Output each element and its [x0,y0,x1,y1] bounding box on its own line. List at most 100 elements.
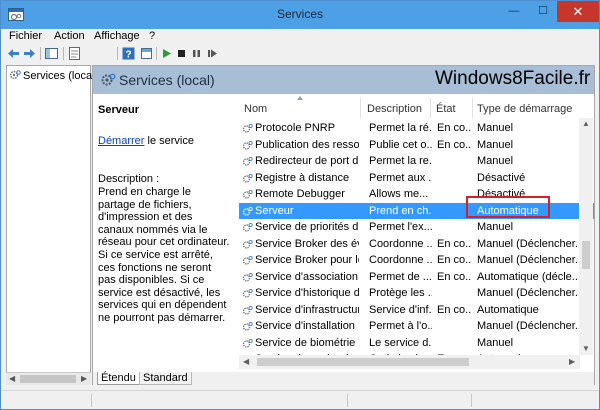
cell-name: Registre à distance [255,171,350,184]
toolbar-separator [63,47,64,60]
maximize-button[interactable]: ☐ [529,1,557,22]
services-pane: Services (local) Windows8Facile.fr Serve… [92,65,595,385]
service-gear-icon [242,156,253,166]
pane-header: Services (local) Windows8Facile.fr [93,66,594,94]
table-row[interactable]: Service Broker pour le... Coordonne ... En… [239,252,594,269]
scroll-left-arrow-icon[interactable]: ◀ [243,357,249,366]
scroll-down-arrow-icon[interactable]: ▼ [582,344,590,353]
cell-startup-type: Manuel [477,155,514,167]
column-header-nom[interactable]: Nom [239,94,359,118]
display-icon[interactable] [139,46,154,61]
description-label: Description : [98,173,160,185]
menu-action[interactable]: Action [54,30,85,42]
status-segment [91,394,92,407]
cell-state: En co... [437,270,471,283]
tree-horizontal-scrollbar[interactable]: ◀ ▶ [6,372,91,385]
scrollbar-thumb[interactable] [582,241,590,269]
cell-name: Service d'installation ... [255,320,359,332]
scrollbar-thumb[interactable] [20,375,76,383]
description-text: Prend en charge le partage de fichiers, … [98,186,230,324]
scroll-up-arrow-icon[interactable]: ▲ [582,119,590,128]
table-row[interactable]: Publication des ressou... Publie cet o...… [239,137,594,154]
cell-startup-type: Manuel [477,122,514,134]
service-gear-icon [242,305,253,315]
table-row[interactable]: Service d'historique d... Protège les ...… [239,285,594,302]
cell-name: Protocole PNRP [255,122,336,134]
table-row[interactable]: Service de priorités d... Permet l'ex... M… [239,219,594,236]
service-gear-icon [242,272,253,282]
scroll-right-arrow-icon[interactable]: ▶ [569,357,575,366]
tree-item-label: Services (local [23,70,95,82]
cell-state: En co... [437,254,471,266]
table-row[interactable]: Service de biométrie ... Le service d... M… [239,335,594,352]
column-header-etat[interactable]: État [431,94,471,118]
properties-icon[interactable] [67,46,82,61]
tab-etendu[interactable]: Étendu [97,372,140,385]
cell-name: Service d'historique d... [255,287,359,299]
service-gear-icon [242,321,253,331]
service-gear-icon [242,173,253,183]
cell-description: Protège les ... [369,287,432,299]
horizontal-scrollbar[interactable]: ◀ ▶ [239,355,580,369]
view-tabs: Étendu Standard [93,372,594,385]
service-gear-icon [242,255,253,265]
vertical-scrollbar[interactable]: ▲ ▼ [579,118,593,355]
cell-startup-type: Manuel [477,138,514,151]
table-row[interactable]: Service d'installation ... Permet à l'o..… [239,318,594,335]
table-row[interactable]: Protocole PNRP Permet la ré... En co... Man… [239,120,594,137]
back-arrow-icon[interactable] [6,46,21,61]
start-service-suffix: le service [144,135,194,147]
cell-description: Le service d... [369,336,432,349]
description-panel: Serveur Démarrer le service Description … [93,94,233,371]
pane-title: Services (local) [119,72,215,88]
scroll-right-arrow-icon[interactable]: ▶ [81,374,87,383]
menu-help[interactable]: ? [149,30,155,42]
cell-startup-type: Manuel (Déclencher... [477,237,579,250]
cell-name: Redirecteur de port d... [255,155,359,167]
cell-description: Permet à l'o... [369,320,432,332]
service-gear-icon [242,288,253,298]
cell-name: Remote Debugger [255,188,345,200]
scroll-left-arrow-icon[interactable]: ◀ [9,374,15,383]
services-gear-icon [9,70,21,80]
play-icon[interactable] [159,46,174,61]
cell-description: Publie cet o... [369,138,432,151]
service-gear-icon [242,338,253,348]
column-header-type-demarrage[interactable]: Type de démarrage [473,94,594,118]
tab-standard[interactable]: Standard [139,372,192,385]
status-segment [347,394,348,407]
table-row[interactable]: Service d'infrastructur... Service d'inf.… [239,302,594,319]
menu-fichier[interactable]: Fichier [9,30,42,42]
forward-arrow-icon[interactable] [22,46,37,61]
table-row[interactable]: Registre à distance Permet aux ... Désacti… [239,170,594,187]
title-bar[interactable]: Services — ☐ ✕ [1,1,599,29]
services-gear-icon [101,73,116,86]
scrollbar-thumb[interactable] [257,358,469,366]
table-row[interactable]: Service d'association ... Permet de ... En… [239,269,594,286]
console-tree-pane: Services (local ◀ ▶ [6,65,95,385]
cell-state: En co... [437,122,471,134]
help-icon[interactable]: ? [121,46,136,61]
close-button[interactable]: ✕ [557,1,599,22]
cell-description: Service d'inf... [369,303,432,316]
toolbar-separator [40,47,41,60]
restart-icon[interactable] [205,46,220,61]
table-row[interactable]: Redirecteur de port d... Permet la re... M… [239,153,594,170]
tree-item-services-local[interactable]: Services (local [9,69,95,82]
toolbar-separator [117,47,118,60]
stop-icon[interactable] [174,46,189,61]
table-row[interactable]: Service Broker des év... Coordonne ... En … [239,236,594,253]
column-header-description[interactable]: Description [361,94,429,118]
cell-startup-type: Désactivé [477,171,526,184]
start-service-link[interactable]: Démarrer [98,135,144,147]
service-gear-icon [242,189,253,199]
menu-affichage[interactable]: Affichage [94,30,140,42]
cell-description: Permet la re... [369,155,432,167]
console-tree-icon[interactable] [44,46,59,61]
cell-startup-type: Manuel [477,336,514,349]
minimize-button[interactable]: — [499,1,529,22]
cell-name: Service d'infrastructur... [255,303,359,316]
services-list: Nom Description État Type de démarrage P… [239,94,594,355]
pause-icon[interactable] [189,46,204,61]
sort-ascending-icon [297,96,303,100]
